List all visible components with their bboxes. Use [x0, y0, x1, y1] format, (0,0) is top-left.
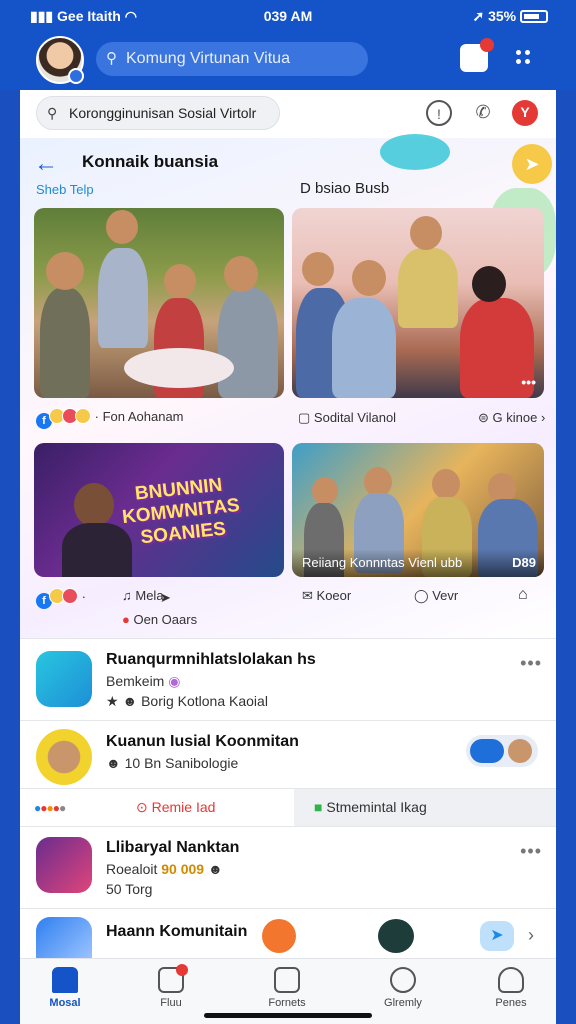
more-options-icon[interactable]: ••• — [520, 841, 542, 862]
back-arrow-icon[interactable]: ← — [34, 150, 58, 178]
bottom-tab-bar: Mosal Fluu Fornets Glremly Penes — [20, 958, 556, 1024]
avatar — [508, 739, 532, 763]
list-item-line3: 50 Torg — [106, 881, 153, 897]
emoji-icon — [62, 588, 78, 604]
card1-meta: f · Fon Aohanam — [36, 408, 184, 429]
tab-feed[interactable]: Fluu — [126, 964, 216, 1009]
list-item-line2: Roealoit 90 009 ☻ — [106, 861, 223, 877]
group-photo-card[interactable]: ••• — [292, 208, 544, 398]
more-options-icon[interactable]: ••• — [520, 653, 542, 674]
list-item-line3: ★ ☻ Borig Kotlona Kaoial — [106, 693, 268, 709]
hero-section: ← Konnaik buansia ➤ Sheb Telp D bsiao Bu… — [20, 134, 556, 638]
community-search-text: Korongginunisan Sosial Virtolr — [69, 105, 257, 121]
info-icon[interactable]: ! — [426, 100, 452, 126]
card4-meta-left[interactable]: ✉ Koeor — [302, 588, 351, 604]
list-item-title: Kuanun Iusial Koonmitan — [106, 733, 299, 750]
list-item-line2: Bemkeim ◉ — [106, 673, 181, 689]
search-icon: ⚲ — [106, 50, 117, 67]
mail-icon: ✉ — [302, 588, 313, 603]
chevron-right-icon[interactable]: › — [528, 925, 534, 946]
send-icon[interactable]: ➤ — [512, 144, 552, 184]
card3-meta-sub[interactable]: ● Oen Oaars — [122, 612, 197, 627]
profile-avatar[interactable] — [36, 36, 84, 84]
apps-grid-icon[interactable] — [516, 50, 538, 68]
app-bar: ⚲ Komung Virtunan Vitua — [0, 32, 576, 90]
banner-photo-card[interactable]: BNUNNIN KOMWNITAS SOANIES — [34, 443, 284, 577]
group-photo-card[interactable]: Reiiang Konnntas Vienl ubb D89 — [292, 443, 544, 577]
tab-forms[interactable]: Fornets — [242, 967, 332, 1009]
battery-icon — [520, 10, 548, 23]
feed-icon — [158, 964, 188, 993]
home-icon[interactable]: ⌂ — [518, 586, 528, 604]
compose-icon — [274, 967, 300, 993]
home-icon — [52, 967, 78, 993]
list-item[interactable]: Kuanun Iusial Koonmitan ☻ 10 Bn Sanibolo… — [20, 720, 556, 788]
card4-meta-right[interactable]: ◯ Vevr — [414, 588, 458, 604]
list-item[interactable]: Haann Komunitain ➤ › — [20, 908, 556, 959]
gift-icon[interactable] — [460, 38, 494, 72]
table-image — [124, 348, 234, 388]
document-icon: ▢ — [298, 410, 311, 425]
badge-icon: ◉ — [168, 673, 181, 689]
top-search-input[interactable]: ⚲ Komung Virtunan Vitua — [96, 42, 368, 76]
send-icon[interactable]: ➤ — [480, 921, 514, 951]
more-icon[interactable]: ••• — [521, 374, 536, 390]
bell-icon: ♫ — [122, 588, 132, 603]
card3-meta[interactable]: ♫ Mela — [122, 588, 164, 603]
community-badge-icon[interactable] — [378, 919, 414, 953]
list-item-title: Ruanqurmnihlatslolakan hs — [106, 651, 316, 668]
top-search-text: Komung Virtunan Vitua — [126, 50, 290, 67]
chat-icon — [390, 967, 416, 993]
card2-meta[interactable]: ▢ Sodital Vilanol — [298, 410, 396, 426]
community-badge-icon[interactable] — [262, 919, 296, 953]
tab-profile[interactable]: Penes — [466, 967, 556, 1009]
emoji-icon: ☻ — [106, 755, 121, 771]
section-tabs: ●●●●● ⊙ Remie Iad ■ Stmemintal Ikag — [20, 788, 556, 827]
group-photo-card[interactable] — [34, 208, 284, 398]
list-item-line2: ☻ 10 Bn Sanibologie — [106, 755, 239, 771]
tab-community[interactable]: Glremly — [358, 967, 448, 1009]
community-app-icon — [36, 837, 92, 893]
battery-status: ➚ 35% — [472, 8, 548, 25]
tab-home[interactable]: Mosal — [20, 967, 110, 1009]
status-bar: ▮▮▮ Gee Itaith ◠ 039 AM ➚ 35% — [0, 0, 576, 32]
hero-sub-right: D bsiao Busb — [300, 180, 390, 197]
list-item[interactable]: Llibaryal Nanktan Roealoit 90 009 ☻ 50 T… — [20, 826, 556, 908]
card2-meta-right[interactable]: ⊜ G kinoe › — [478, 410, 545, 426]
toggle-knob — [470, 739, 504, 763]
brand-y-icon[interactable]: Y — [512, 100, 538, 126]
community-avatar — [36, 729, 92, 785]
hero-title: Konnaik buansia — [82, 152, 219, 171]
hero-sub-left[interactable]: Sheb Telp — [36, 182, 94, 197]
search-icon: ⚲ — [47, 105, 58, 121]
link-icon: ⊜ — [478, 410, 489, 425]
banner-text: BNUNNIN KOMWNITAS SOANIES — [121, 474, 241, 549]
app-frame: ⚲ Korongginunisan Sosial Virtolr ! ✆ Y ←… — [20, 0, 556, 1024]
photo-caption: Reiiang Konnntas Vienl ubb D89 — [292, 549, 544, 577]
online-indicator — [68, 68, 84, 84]
megaphone-icon[interactable]: ✆ — [470, 100, 496, 126]
list-item[interactable]: Ruanqurmnihlatslolakan hs Bemkeim ◉ ★ ☻ … — [20, 638, 556, 720]
card3-reactions: f · — [36, 588, 86, 609]
notification-badge — [480, 38, 494, 52]
list-item-title: Llibaryal Nanktan — [106, 839, 240, 856]
join-toggle[interactable] — [466, 735, 538, 767]
emoji-icon — [75, 408, 91, 424]
emoji-icon: ☻ — [207, 861, 223, 877]
comment-icon: ◯ — [414, 588, 429, 603]
home-indicator — [204, 1013, 372, 1018]
dots-indicator: ●●●●● — [34, 801, 66, 815]
star-icon: ★ — [106, 693, 119, 709]
emoji-icon: ☻ — [122, 693, 138, 709]
tab-recent[interactable]: ⊙ Remie Iad — [136, 799, 215, 816]
tab-supplemental[interactable]: ■ Stmemintal Ikag — [294, 789, 556, 827]
record-icon: ● — [122, 612, 130, 627]
send-icon[interactable]: ➤ — [160, 590, 171, 606]
list-item-title: Haann Komunitain — [106, 923, 248, 940]
community-app-icon — [36, 917, 92, 959]
community-app-icon — [36, 651, 92, 707]
person-icon — [498, 967, 524, 993]
community-search-input[interactable]: ⚲ Korongginunisan Sosial Virtolr — [36, 96, 280, 130]
decor-blob — [380, 134, 450, 170]
